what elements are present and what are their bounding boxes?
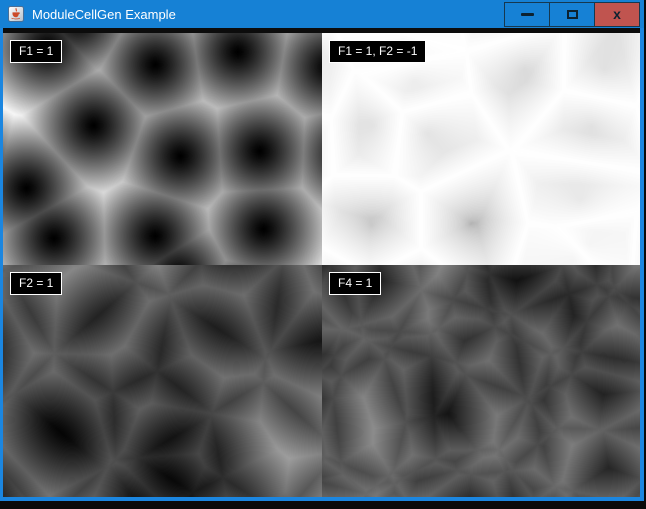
noise-canvas-f1 — [3, 33, 322, 265]
close-button[interactable]: x — [594, 2, 640, 27]
panel-f1: F1 = 1 — [3, 33, 322, 265]
panel-label: F1 = 1 — [10, 40, 62, 63]
minimize-icon — [521, 13, 534, 16]
maximize-icon — [567, 10, 578, 19]
window-controls: x — [504, 1, 640, 27]
panel-f4: F4 = 1 — [322, 265, 640, 497]
panel-label: F2 = 1 — [10, 272, 62, 295]
app-window: ModuleCellGen Example x F1 = 1 F1 = 1, F… — [0, 0, 644, 501]
maximize-button[interactable] — [549, 2, 595, 27]
close-icon: x — [613, 7, 621, 21]
noise-canvas-f2 — [3, 265, 322, 497]
noise-panel-grid: F1 = 1 F1 = 1, F2 = -1 F2 = 1 F4 = 1 — [3, 33, 640, 497]
content-area: F1 = 1 F1 = 1, F2 = -1 F2 = 1 F4 = 1 — [3, 28, 640, 497]
noise-canvas-f4 — [322, 265, 640, 497]
noise-canvas-f1-minus-f2 — [322, 33, 640, 265]
panel-f2: F2 = 1 — [3, 265, 322, 497]
panel-f1-minus-f2: F1 = 1, F2 = -1 — [322, 33, 640, 265]
titlebar[interactable]: ModuleCellGen Example x — [0, 0, 644, 28]
java-coffee-cup-icon — [8, 6, 24, 22]
window-title: ModuleCellGen Example — [32, 7, 504, 22]
panel-label: F1 = 1, F2 = -1 — [329, 40, 426, 63]
panel-label: F4 = 1 — [329, 272, 381, 295]
minimize-button[interactable] — [504, 2, 550, 27]
